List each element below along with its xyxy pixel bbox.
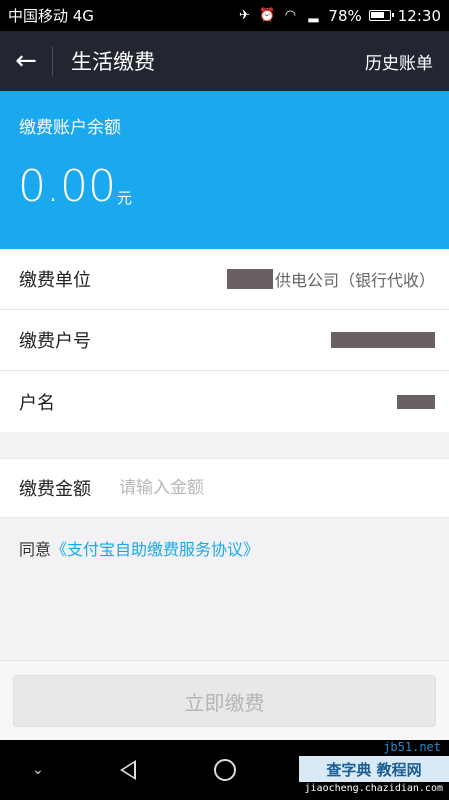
redacted-mask (397, 394, 435, 409)
system-back-icon[interactable] (108, 740, 148, 800)
wifi-icon: ◠ (284, 7, 297, 23)
balance-panel: 缴费账户余额 0.00 元 (0, 91, 449, 249)
info-row-account: 缴费户号 (0, 310, 449, 371)
bottom-bar: 立即缴费 (0, 660, 449, 740)
redacted-mask (331, 332, 435, 348)
company-label: 缴费单位 (19, 270, 91, 291)
back-arrow-icon[interactable]: ← (0, 31, 52, 91)
history-bill-link[interactable]: 历史账单 (365, 49, 449, 74)
balance-amount: 0.00 (18, 161, 116, 212)
bill-info-list: 缴费单位 供电公司（银行代收） 缴费户号 户名 (0, 249, 449, 432)
watermark: jb51.net 查字典 教程网 jiaocheng.chazidian.com (299, 730, 449, 800)
signal-icon: ▂ (308, 7, 319, 23)
pay-now-button[interactable]: 立即缴费 (13, 675, 436, 727)
alarm-icon: ⏰ (259, 7, 276, 23)
watermark-title: 查字典 教程网 (299, 756, 449, 782)
name-value (139, 394, 435, 409)
company-name: 供电公司（银行代收） (274, 271, 435, 290)
amount-input[interactable] (119, 478, 419, 498)
balance-unit: 元 (117, 189, 133, 207)
amount-label: 缴费金额 (19, 479, 91, 500)
nav-bar: ← 生活缴费 历史账单 (0, 31, 449, 91)
company-value: 供电公司（银行代收） (139, 267, 435, 291)
info-row-name: 户名 (0, 371, 449, 432)
page-title: 生活缴费 (71, 50, 155, 74)
carrier-label: 中国移动 4G (8, 7, 94, 25)
amount-row: 缴费金额 (0, 458, 449, 518)
hide-keyboard-icon[interactable]: ⌄ (20, 740, 56, 800)
status-icons: ✈︎ ⏰ ◠ ▂ 78% 12:30 (236, 7, 441, 25)
watermark-site: jb51.net (383, 740, 441, 754)
battery-icon (368, 10, 394, 21)
redacted-mask (226, 269, 273, 289)
account-label: 缴费户号 (19, 331, 91, 352)
agreement-link[interactable]: 《支付宝自助缴费服务协议》 (51, 540, 259, 559)
name-label: 户名 (19, 392, 55, 414)
system-home-icon[interactable] (205, 740, 245, 800)
watermark-url: jiaocheng.chazidian.com (304, 783, 443, 794)
account-value (139, 332, 435, 348)
silent-icon: ✈︎ (238, 7, 250, 23)
agreement-prefix: 同意 (19, 540, 52, 559)
agreement: 同意《支付宝自助缴费服务协议》 (19, 536, 259, 560)
battery-percent: 78% (328, 6, 362, 25)
info-row-company: 缴费单位 供电公司（银行代收） (0, 249, 449, 310)
status-bar: 中国移动 4G ✈︎ ⏰ ◠ ▂ 78% 12:30 (0, 0, 449, 31)
clock: 12:30 (397, 6, 441, 25)
balance-label: 缴费账户余额 (19, 118, 121, 138)
